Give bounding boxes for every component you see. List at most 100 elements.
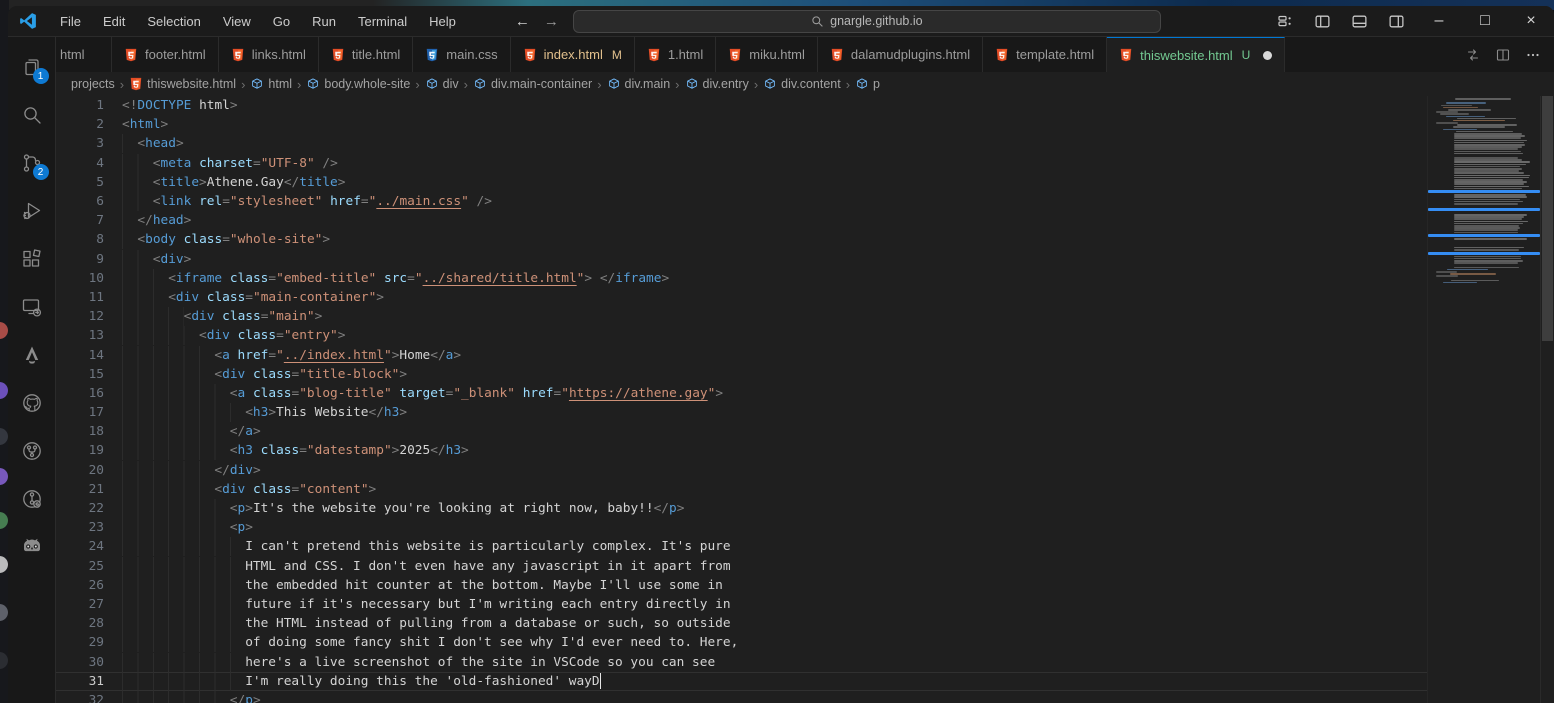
- code-line[interactable]: 28the HTML instead of pulling from a dat…: [56, 614, 1427, 633]
- tab-html[interactable]: html: [56, 37, 112, 72]
- code-line[interactable]: 21<div class="content">: [56, 480, 1427, 499]
- tab-footer.html[interactable]: footer.html: [112, 37, 219, 72]
- breadcrumb-item-body.whole-site[interactable]: body.whole-site: [306, 77, 410, 91]
- vertical-scrollbar[interactable]: [1540, 96, 1554, 703]
- nav-back-button[interactable]: ←: [515, 13, 530, 30]
- code-line[interactable]: 12<div class="main">: [56, 307, 1427, 326]
- code-line[interactable]: 26the embedded hit counter at the bottom…: [56, 576, 1427, 595]
- customize-layout-icon[interactable]: [1271, 9, 1299, 33]
- menu-run[interactable]: Run: [301, 6, 347, 36]
- tab-thiswebsite.html[interactable]: thiswebsite.htmlU: [1107, 37, 1285, 72]
- tab-links.html[interactable]: links.html: [219, 37, 319, 72]
- code-line[interactable]: 3<head>: [56, 134, 1427, 153]
- toggle-sidebar-icon[interactable]: [1308, 9, 1336, 33]
- activitybar-source-control-icon[interactable]: 2: [8, 139, 56, 187]
- code-token: href: [523, 386, 554, 401]
- tab-miku.html[interactable]: miku.html: [716, 37, 818, 72]
- code-line[interactable]: 23<p>: [56, 518, 1427, 537]
- code-line[interactable]: 18</a>: [56, 422, 1427, 441]
- activitybar-run-debug-icon[interactable]: [8, 187, 56, 235]
- tab-title.html[interactable]: title.html: [319, 37, 413, 72]
- breadcrumb-item-html[interactable]: html: [250, 77, 292, 91]
- menu-selection[interactable]: Selection: [136, 6, 211, 36]
- code-line[interactable]: 19<h3 class="datestamp">2025</h3>: [56, 441, 1427, 460]
- tab-1.html[interactable]: 1.html: [635, 37, 716, 72]
- code-line[interactable]: 32</p>: [56, 691, 1427, 703]
- code-token: =: [407, 271, 415, 286]
- command-center-search[interactable]: gnargle.github.io: [573, 10, 1161, 33]
- menu-edit[interactable]: Edit: [92, 6, 136, 36]
- code-token: >: [715, 386, 723, 401]
- breadcrumb-item-thiswebsite.html[interactable]: thiswebsite.html: [129, 77, 236, 91]
- breadcrumb-item-p[interactable]: p: [855, 77, 880, 91]
- code-line[interactable]: 9<div>: [56, 250, 1427, 269]
- activitybar-git-fork-icon[interactable]: [8, 427, 56, 475]
- breadcrumb-item-div.main[interactable]: div.main: [607, 77, 671, 91]
- scrollbar-slider[interactable]: [1542, 96, 1553, 341]
- code-line[interactable]: 20</div>: [56, 461, 1427, 480]
- code-line[interactable]: 13<div class="entry">: [56, 326, 1427, 345]
- activitybar-godot-icon[interactable]: [8, 523, 56, 571]
- code-token: [230, 328, 238, 343]
- tab-template.html[interactable]: template.html: [983, 37, 1107, 72]
- code-line[interactable]: 8<body class="whole-site">: [56, 230, 1427, 249]
- code-editor[interactable]: 1<!DOCTYPE html>2<html>3<head>4<meta cha…: [56, 96, 1427, 703]
- split-editor-icon[interactable]: [1490, 42, 1516, 68]
- activitybar-github-icon[interactable]: [8, 379, 56, 427]
- close-button[interactable]: ×: [1508, 6, 1554, 37]
- code-line[interactable]: 31I'm really doing this the 'old-fashion…: [56, 672, 1427, 691]
- toggle-panel-icon[interactable]: [1345, 9, 1373, 33]
- indent-guides: [122, 633, 245, 652]
- activitybar-extensions-icon[interactable]: [8, 235, 56, 283]
- breadcrumb-item-div.main-container[interactable]: div.main-container: [473, 77, 592, 91]
- maximize-button[interactable]: □: [1462, 6, 1508, 37]
- code-line[interactable]: 22<p>It's the website you're looking at …: [56, 499, 1427, 518]
- activitybar-remote-explorer-icon[interactable]: [8, 283, 56, 331]
- line-number: 24: [56, 539, 104, 554]
- breadcrumb-item-div.entry[interactable]: div.entry: [685, 77, 749, 91]
- minimap-line: [1454, 183, 1524, 185]
- activitybar-search-icon[interactable]: [8, 91, 56, 139]
- nav-forward-button[interactable]: →: [544, 13, 559, 30]
- code-line[interactable]: 25HTML and CSS. I don't even have any ja…: [56, 557, 1427, 576]
- minimap[interactable]: [1427, 96, 1540, 703]
- code-line[interactable]: 10<iframe class="embed-title" src="../sh…: [56, 269, 1427, 288]
- code-line[interactable]: 6<link rel="stylesheet" href="../main.cs…: [56, 192, 1427, 211]
- code-line[interactable]: 30here's a live screenshot of the site i…: [56, 652, 1427, 671]
- menu-go[interactable]: Go: [262, 6, 301, 36]
- more-actions-icon[interactable]: [1520, 42, 1546, 68]
- breadcrumb-item-div.content[interactable]: div.content: [763, 77, 841, 91]
- menu-help[interactable]: Help: [418, 6, 467, 36]
- code-line[interactable]: 24I can't pretend this website is partic…: [56, 537, 1427, 556]
- code-line[interactable]: 7</head>: [56, 211, 1427, 230]
- code-line[interactable]: 29of doing some fancy shit I don't see w…: [56, 633, 1427, 652]
- tab-main.css[interactable]: main.css: [413, 37, 510, 72]
- unsaved-dot-icon[interactable]: [1263, 51, 1272, 60]
- code-line[interactable]: 1<!DOCTYPE html>: [56, 96, 1427, 115]
- code-line[interactable]: 17<h3>This Website</h3>: [56, 403, 1427, 422]
- menu-view[interactable]: View: [212, 6, 262, 36]
- code-line[interactable]: 4<meta charset="UTF-8" />: [56, 154, 1427, 173]
- open-changes-icon[interactable]: [1460, 42, 1486, 68]
- code-line[interactable]: 5<title>Athene.Gay</title>: [56, 173, 1427, 192]
- code-line[interactable]: 15<div class="title-block">: [56, 365, 1427, 384]
- code-line[interactable]: 11<div class="main-container">: [56, 288, 1427, 307]
- breadcrumb-label: div.main-container: [491, 77, 592, 91]
- code-line[interactable]: 27future if it's necessary but I'm writi…: [56, 595, 1427, 614]
- code-line[interactable]: 2<html>: [56, 115, 1427, 134]
- tab-label: title.html: [352, 47, 400, 62]
- minimize-button[interactable]: –: [1416, 6, 1462, 37]
- breadcrumb-item-div[interactable]: div: [425, 77, 459, 91]
- tab-index.html[interactable]: index.htmlM: [511, 37, 635, 72]
- tab-dalamudplugins.html[interactable]: dalamudplugins.html: [818, 37, 983, 72]
- toggle-secondary-sidebar-icon[interactable]: [1382, 9, 1410, 33]
- menu-terminal[interactable]: Terminal: [347, 6, 418, 36]
- code-line[interactable]: 16<a class="blog-title" target="_blank" …: [56, 384, 1427, 403]
- activitybar-astro-icon[interactable]: [8, 331, 56, 379]
- activitybar-explorer-icon[interactable]: 1: [8, 43, 56, 91]
- breadcrumb-item-projects[interactable]: projects: [71, 77, 115, 91]
- menu-file[interactable]: File: [49, 6, 92, 36]
- activitybar-gitlens-icon[interactable]: [8, 475, 56, 523]
- code-line[interactable]: 14<a href="../index.html">Home</a>: [56, 345, 1427, 364]
- code-token: >: [338, 175, 346, 190]
